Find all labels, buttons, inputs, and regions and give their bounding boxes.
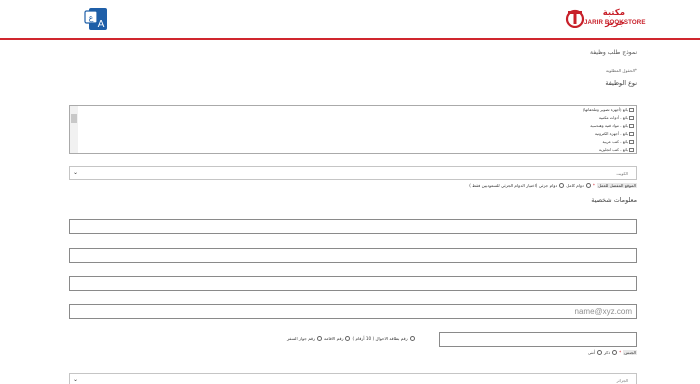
- logo-english-text: JARIR BOOKSTORE: [584, 19, 646, 26]
- gender-female-label: أنثى: [587, 350, 595, 355]
- id-residence-label: رقم الاقامة: [324, 336, 344, 341]
- job-option[interactable]: بائع - كتب انجليزية: [599, 147, 634, 152]
- job-option-checkbox[interactable]: [629, 115, 634, 120]
- job-option[interactable]: بائع - كتب عربية: [602, 139, 634, 144]
- worktype-parttime-radio[interactable]: [559, 183, 565, 188]
- branch-select[interactable]: الكويت ⌄: [69, 166, 637, 180]
- personal-info-heading: معلومات شخصية: [591, 196, 637, 204]
- first-name-input[interactable]: [69, 219, 637, 234]
- job-option-checkbox[interactable]: [629, 147, 634, 152]
- chevron-down-icon: ⌄: [73, 169, 79, 176]
- chevron-down-icon: ⌄: [73, 376, 79, 383]
- nationality-selected-value: الجزائر: [616, 378, 628, 383]
- gender-row: الجنس * ذكر أنثى: [588, 350, 637, 355]
- job-list-scrollbar[interactable]: [70, 106, 78, 153]
- gender-female-radio[interactable]: [596, 350, 602, 355]
- job-option-checkbox[interactable]: [629, 123, 634, 128]
- form-title: نموذج طلب وظيفة: [590, 49, 637, 56]
- id-national-radio[interactable]: [409, 336, 415, 341]
- job-option-label: بائع - مواد فنية وهندسية: [590, 123, 628, 128]
- job-option-label: بائع - أجهزة الكترونية: [594, 131, 628, 136]
- gender-label: الجنس: [623, 350, 637, 355]
- required-marker: *: [592, 183, 596, 188]
- job-option[interactable]: بائع (أجهزة تصوير وملحقاتها): [583, 107, 634, 112]
- job-option-checkbox[interactable]: [629, 131, 634, 136]
- last-name-input[interactable]: [69, 276, 637, 291]
- worktype-parttime-label: دوام جزئي (اختيار الدوام الجزئي للسعوديي…: [469, 183, 558, 188]
- branch-selected-value: الكويت: [616, 171, 628, 176]
- id-residence-radio[interactable]: [345, 336, 351, 341]
- jarir-logo[interactable]: مكتبة جرير JARIR BOOKSTORE: [565, 8, 646, 32]
- site-header: ع A مكتبة جرير JARIR BOOKSTORE: [0, 0, 700, 38]
- job-option-label: بائع - كتب انجليزية: [598, 147, 628, 152]
- job-option[interactable]: بائع - أجهزة الكترونية: [595, 131, 634, 136]
- gender-male-radio[interactable]: [612, 350, 618, 355]
- gender-male-label: ذكر: [603, 350, 611, 355]
- job-multiselect[interactable]: بائع (أجهزة تصوير وملحقاتها) بائع - أدوا…: [69, 105, 637, 154]
- svg-text:A: A: [98, 19, 105, 30]
- id-type-row: رقم بطاقة الاحوال ( 10 أرقام ) رقم الاقا…: [287, 336, 415, 341]
- worktype-row: الموقع المفضل للعمل * دوام كامل دوام جزئي…: [469, 183, 637, 188]
- job-option-label: بائع - كتب عربية: [602, 139, 628, 144]
- id-passport-radio[interactable]: [317, 336, 323, 341]
- worktype-fulltime-radio[interactable]: [585, 183, 591, 188]
- worktype-label: الموقع المفضل للعمل: [597, 183, 637, 188]
- language-translate-icon[interactable]: ع A: [83, 6, 109, 32]
- job-option-checkbox[interactable]: [629, 107, 634, 112]
- required-note: *الحقول المطلوبة: [605, 68, 637, 73]
- job-option[interactable]: بائع - مواد فنية وهندسية: [590, 123, 634, 128]
- id-national-label: رقم بطاقة الاحوال ( 10 أرقام ): [352, 336, 408, 341]
- father-name-input[interactable]: [69, 248, 637, 263]
- id-number-input[interactable]: [439, 332, 637, 347]
- id-passport-label: رقم جواز السفر: [287, 336, 316, 341]
- job-type-heading: نوع الوظيفة: [605, 79, 637, 87]
- job-list-scroll-thumb[interactable]: [71, 114, 77, 123]
- email-placeholder: name@xyz.com: [574, 307, 632, 316]
- email-input[interactable]: name@xyz.com: [69, 304, 637, 319]
- nationality-select[interactable]: الجزائر ⌄: [69, 373, 637, 384]
- job-option-checkbox[interactable]: [629, 139, 634, 144]
- svg-text:ع: ع: [89, 13, 94, 22]
- job-application-form: نموذج طلب وظيفة *الحقول المطلوبة نوع الو…: [0, 40, 700, 384]
- job-option-label: بائع (أجهزة تصوير وملحقاتها): [582, 107, 628, 112]
- worktype-fulltime-label: دوام كامل: [566, 183, 584, 188]
- job-option[interactable]: بائع - أدوات مكتبية: [599, 115, 634, 120]
- job-option-label: بائع - أدوات مكتبية: [598, 115, 628, 120]
- required-marker: *: [619, 350, 622, 355]
